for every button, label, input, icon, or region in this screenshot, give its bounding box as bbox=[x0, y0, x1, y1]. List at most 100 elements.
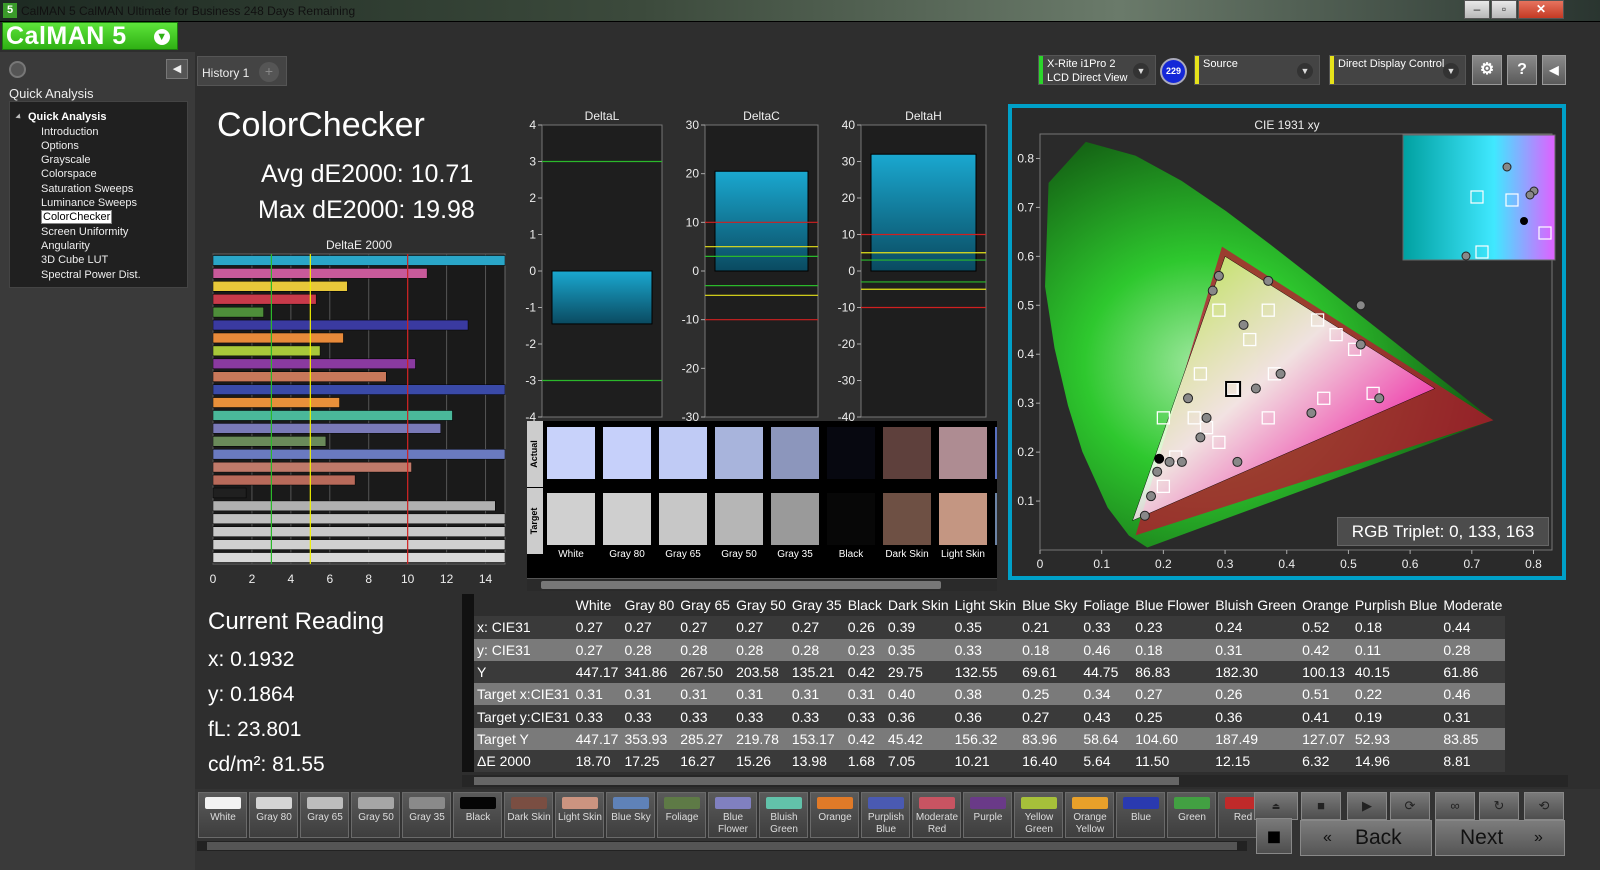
patch-button[interactable]: Purplish Blue bbox=[861, 792, 910, 838]
bar-light-skin bbox=[212, 345, 321, 357]
workflow-icon[interactable] bbox=[9, 61, 26, 78]
patch-label: Blue Flower bbox=[717, 812, 748, 835]
nav-item-colorchecker[interactable]: ColorChecker bbox=[41, 210, 113, 224]
patch-button[interactable]: Gray 65 bbox=[300, 792, 349, 838]
swatch-actual bbox=[883, 427, 931, 479]
patch-button[interactable]: Yellow Green bbox=[1014, 792, 1063, 838]
avg-de2000: Avg dE2000: 10.71 bbox=[261, 160, 474, 188]
maximize-button[interactable]: ▫ bbox=[1491, 0, 1517, 19]
bar-yellow bbox=[212, 526, 506, 537]
deltah-chart: DeltaH-40-30-20-10010203040 bbox=[838, 109, 987, 423]
stop-measure-icon[interactable]: ◼ bbox=[1256, 818, 1292, 854]
row-label: Target Y bbox=[477, 730, 529, 747]
close-button[interactable]: ✕ bbox=[1518, 0, 1564, 19]
measured-marker bbox=[1250, 383, 1261, 394]
patch-button[interactable]: Green bbox=[1167, 792, 1216, 838]
nav-item-3d-cube-lut[interactable]: 3D Cube LUT bbox=[41, 254, 108, 266]
bar-blue-sky bbox=[212, 358, 416, 370]
nav-item-colorspace[interactable]: Colorspace bbox=[41, 168, 97, 180]
minimize-button[interactable]: ‒ bbox=[1464, 0, 1490, 19]
table-scrollbar[interactable] bbox=[462, 775, 1568, 787]
patch-button[interactable]: White bbox=[198, 792, 247, 838]
nav-item-angularity[interactable]: Angularity bbox=[41, 240, 90, 252]
table-cell: 182.30 bbox=[1215, 664, 1259, 681]
x-tick-label: 0.4 bbox=[1278, 557, 1295, 571]
patch-color-chip bbox=[205, 797, 241, 809]
table-cell: 341.86 bbox=[624, 664, 668, 681]
bar-orange-yellow bbox=[212, 474, 356, 486]
scroll-thumb[interactable] bbox=[541, 581, 941, 589]
nav-item-luminance-sweeps[interactable]: Luminance Sweeps bbox=[41, 197, 137, 209]
patch-button[interactable]: Light Skin bbox=[555, 792, 604, 838]
patch-button[interactable]: Dark Skin bbox=[504, 792, 553, 838]
infinite-icon[interactable]: ∞ bbox=[1435, 792, 1475, 820]
scroll-thumb[interactable] bbox=[207, 842, 1237, 850]
table-cell: 0.33 bbox=[1083, 619, 1111, 636]
y-tick-label: 10 bbox=[686, 215, 700, 229]
cie-1931-chart: CIE 1931 xy 0 0.1 0.2 0.3 0.4 0.5 0.6 0.7 0.8 0.1 0… bbox=[1017, 118, 1556, 571]
patch-button[interactable]: Gray 50 bbox=[351, 792, 400, 838]
patch-scrollbar[interactable] bbox=[197, 841, 1247, 851]
patch-button[interactable]: Blue bbox=[1116, 792, 1165, 838]
tree-header[interactable]: Quick Analysis bbox=[28, 111, 106, 123]
table-cell: 0.23 bbox=[1135, 619, 1163, 636]
swatch-scrollbar[interactable] bbox=[527, 578, 997, 591]
column-header: Blue Flower bbox=[1135, 597, 1210, 614]
stop-icon[interactable]: ■ bbox=[1301, 792, 1341, 820]
table-cell: 0.26 bbox=[847, 619, 875, 636]
next-button[interactable]: Next » bbox=[1435, 820, 1565, 856]
refresh-icon[interactable]: ↻ bbox=[1479, 792, 1519, 820]
patch-button[interactable]: Purple bbox=[963, 792, 1012, 838]
patch-button[interactable]: Gray 80 bbox=[249, 792, 298, 838]
nav-item-screen-uniformity[interactable]: Screen Uniformity bbox=[41, 226, 128, 238]
meter-badge[interactable]: 229 bbox=[1160, 58, 1187, 85]
column-header: Blue Sky bbox=[1022, 597, 1078, 614]
settings-icon[interactable]: ⚙ bbox=[1472, 55, 1502, 85]
table-cell: 0.27 bbox=[575, 619, 603, 636]
add-tab-icon[interactable]: + bbox=[259, 62, 279, 82]
table-cell: 153.17 bbox=[791, 730, 835, 747]
patch-button[interactable]: Orange Yellow bbox=[1065, 792, 1114, 838]
patch-button[interactable]: Foliage bbox=[657, 792, 706, 838]
collapse-sidebar-button[interactable]: ◀ bbox=[166, 59, 188, 79]
back-button[interactable]: « Back bbox=[1300, 820, 1432, 856]
table-cell: 0.18 bbox=[1135, 641, 1163, 658]
play-icon[interactable]: ▶ bbox=[1347, 792, 1387, 820]
source-selector[interactable]: Source ▼ bbox=[1194, 55, 1320, 85]
x-tick-label: 0.7 bbox=[1463, 557, 1480, 571]
nav-item-spectral-power[interactable]: Spectral Power Dist. bbox=[41, 269, 141, 281]
collapse-right-icon[interactable]: ◀ bbox=[1542, 55, 1566, 85]
nav-item-saturation-sweeps[interactable]: Saturation Sweeps bbox=[41, 183, 133, 195]
nav-item-grayscale[interactable]: Grayscale bbox=[41, 154, 91, 166]
display-selector[interactable]: Direct Display Control ▼ bbox=[1329, 55, 1466, 85]
table-cell: 61.86 bbox=[1443, 664, 1479, 681]
bar-purple bbox=[212, 449, 506, 460]
tab-history[interactable]: History 1 + bbox=[197, 56, 287, 86]
patch-button[interactable]: Orange bbox=[810, 792, 859, 838]
nav-item-options[interactable]: Options bbox=[41, 140, 79, 152]
chart-title: DeltaC bbox=[743, 109, 780, 123]
meter-selector[interactable]: X-Rite i1Pro 2 LCD Direct View ▼ bbox=[1038, 55, 1156, 85]
nav-item-introduction[interactable]: Introduction bbox=[41, 126, 98, 138]
patch-button[interactable]: Blue Flower bbox=[708, 792, 757, 838]
table-cell: 0.36 bbox=[1215, 708, 1243, 725]
patch-button[interactable]: Blue Sky bbox=[606, 792, 655, 838]
read-series-icon[interactable]: ⟲ bbox=[1524, 792, 1564, 820]
patch-button[interactable]: Moderate Red bbox=[912, 792, 961, 838]
source-status-bar bbox=[1195, 56, 1199, 84]
swatch-actual bbox=[939, 427, 987, 479]
record-icon[interactable]: ⏏ bbox=[1254, 792, 1298, 820]
patch-color-chip bbox=[1072, 797, 1108, 809]
row-label: y: CIE31 bbox=[477, 641, 531, 658]
loop-icon[interactable]: ⟳ bbox=[1390, 792, 1430, 820]
help-icon[interactable]: ? bbox=[1507, 55, 1537, 85]
calman-logo[interactable]: CalMAN 5 ▼ bbox=[2, 22, 178, 50]
patch-button[interactable]: Gray 35 bbox=[402, 792, 451, 838]
patch-button[interactable]: Black bbox=[453, 792, 502, 838]
scroll-thumb[interactable] bbox=[474, 777, 1179, 785]
table-cell: 0.35 bbox=[887, 641, 916, 658]
table-cell: 0.33 bbox=[575, 708, 603, 725]
patch-button[interactable]: Bluish Green bbox=[759, 792, 808, 838]
y-tick-label: 0.3 bbox=[1017, 396, 1034, 410]
expand-icon[interactable] bbox=[15, 113, 23, 121]
